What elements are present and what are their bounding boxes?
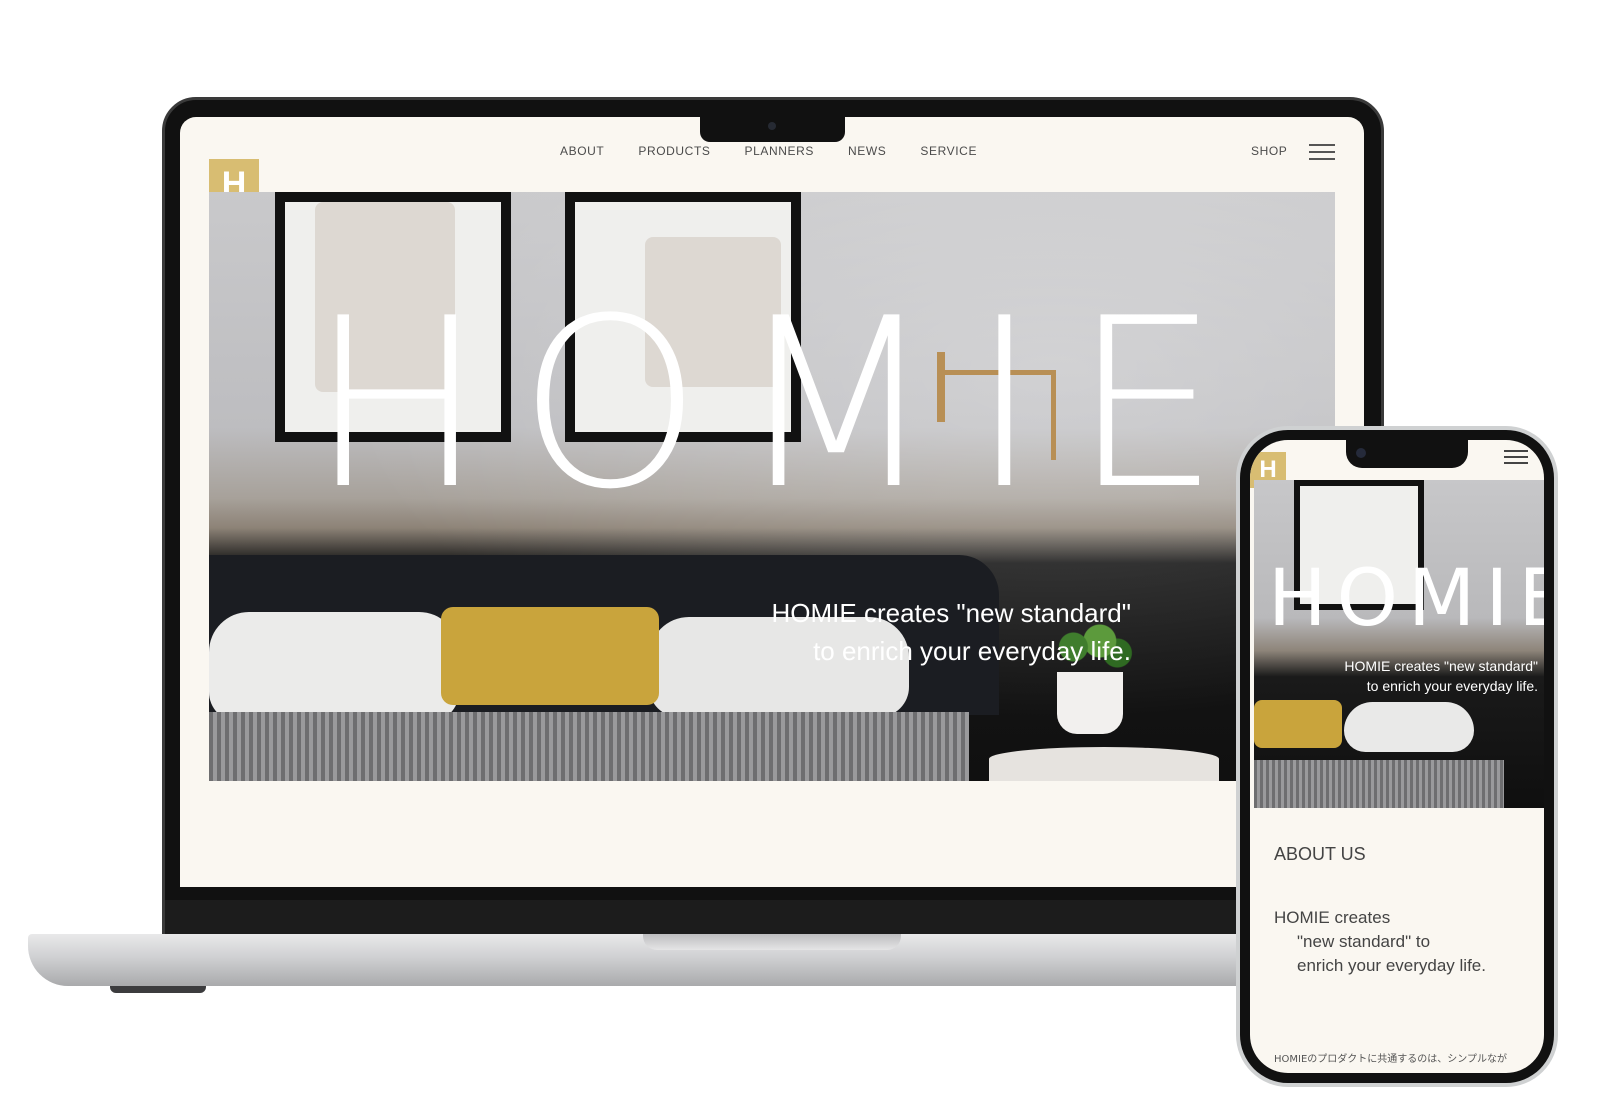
mobile-hero-tagline-line: to enrich your everyday life. [1366, 678, 1538, 694]
about-body-text: HOMIEのプロダクトに共通するのは、シンプルなが [1274, 1054, 1507, 1065]
shop-link[interactable]: SHOP [1251, 144, 1287, 158]
about-lead-line: "new standard" to [1297, 932, 1431, 951]
nav-item-news[interactable]: NEWS [848, 144, 886, 158]
about-lead-text: HOMIE creates "new standard" to enrich y… [1274, 906, 1486, 978]
mobile-hamburger-menu-icon[interactable] [1504, 450, 1528, 464]
mobile-hero-title: HOMIE [1268, 554, 1544, 644]
nav-item-about[interactable]: ABOUT [560, 144, 604, 158]
plant-pot [1057, 672, 1123, 734]
cushion [1254, 700, 1342, 748]
trackpad-notch [643, 934, 901, 950]
cushion [441, 607, 659, 705]
phone-device: H HOMIE HOMIE creates "new standard" to … [1236, 426, 1558, 1087]
nav-item-service[interactable]: SERVICE [920, 144, 977, 158]
camera-icon [768, 122, 776, 130]
mobile-hero-image: HOMIE HOMIE creates "new standard" to en… [1254, 480, 1544, 808]
about-lead-line: enrich your everyday life. [1297, 956, 1486, 975]
laptop-base [28, 934, 1278, 986]
desktop-screen: H ABOUT PRODUCTS PLANNERS NEWS SERVICE S… [180, 117, 1364, 887]
laptop-bezel [165, 900, 1381, 937]
laptop-foot [110, 986, 206, 993]
about-lead-line: HOMIE creates [1274, 908, 1391, 927]
hero-title: HOMIE [309, 269, 1253, 541]
laptop-notch [700, 117, 845, 142]
blanket [1254, 760, 1504, 808]
mobile-screen: H HOMIE HOMIE creates "new standard" to … [1250, 440, 1544, 1073]
about-section-title: ABOUT US [1274, 844, 1366, 864]
pillow [209, 612, 459, 722]
nightstand [989, 747, 1219, 781]
camera-icon [1356, 448, 1366, 458]
main-nav: ABOUT PRODUCTS PLANNERS NEWS SERVICE [560, 144, 977, 158]
phone-notch [1346, 440, 1468, 468]
mobile-hero-tagline-line: HOMIE creates "new standard" [1344, 658, 1538, 674]
pillow [1344, 702, 1474, 752]
blanket [209, 712, 969, 781]
hamburger-menu-icon[interactable] [1309, 144, 1335, 160]
hero-tagline-line: to enrich your everyday life. [813, 636, 1131, 666]
hero-image: HOMIE HOMIE creates "new standard" to en… [209, 192, 1335, 781]
hero-tagline-line: HOMIE creates "new standard" [771, 598, 1132, 628]
mobile-hero-tagline: HOMIE creates "new standard" to enrich y… [1344, 656, 1538, 696]
hero-tagline: HOMIE creates "new standard" to enrich y… [772, 594, 1132, 670]
nav-item-planners[interactable]: PLANNERS [744, 144, 814, 158]
nav-item-products[interactable]: PRODUCTS [638, 144, 710, 158]
